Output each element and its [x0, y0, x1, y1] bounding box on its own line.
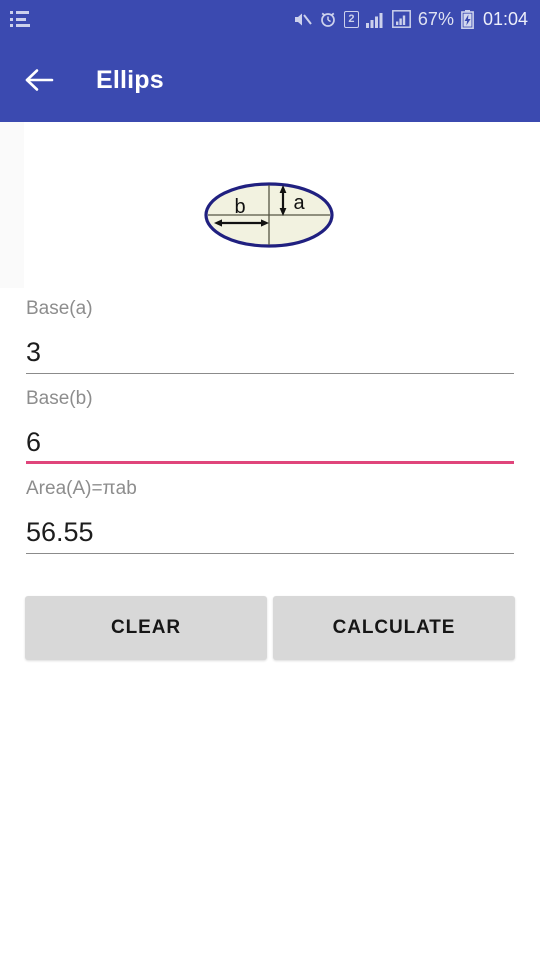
- status-bar-right: 2 67% 01:04: [293, 9, 528, 30]
- field-area: Area(A)=πab 56.55: [0, 464, 540, 555]
- field-label-area: Area(A)=πab: [26, 478, 137, 500]
- action-buttons: CLEAR CALCULATE: [0, 596, 540, 660]
- status-bar-left: [10, 11, 32, 27]
- clear-button[interactable]: CLEAR: [25, 596, 267, 660]
- input-wrapper-area[interactable]: 56.55: [26, 501, 514, 555]
- battery-charging-icon: [461, 9, 474, 29]
- field-label-base-a: Base(a): [26, 298, 93, 319]
- battery-percent: 67%: [417, 8, 454, 29]
- field-base-a: Base(a) 3: [0, 284, 540, 374]
- signal-2-icon: [391, 10, 411, 28]
- alarm-icon: [319, 10, 337, 28]
- sim-badge-icon: 2: [343, 10, 359, 28]
- ellipse-label-b: b: [234, 196, 245, 218]
- ellipse-label-a: a: [293, 192, 305, 214]
- input-wrapper-base-b[interactable]: 6: [26, 411, 514, 465]
- ellipse-diagram: b a: [204, 182, 334, 248]
- main-content: b a Base(a) 3 Base(b) 6 Area(A)=πab 56.5…: [0, 122, 540, 960]
- clock: 01:04: [482, 8, 528, 29]
- signal-1-icon: [365, 11, 385, 28]
- ellipse-diagram-card: b a: [24, 142, 514, 288]
- back-arrow-icon[interactable]: [20, 60, 60, 100]
- field-label-base-b: Base(b): [26, 387, 93, 409]
- area-input[interactable]: 56.55: [26, 517, 514, 548]
- page-background-strip: [0, 122, 24, 288]
- form-fields: Base(a) 3 Base(b) 6 Area(A)=πab 56.55: [0, 284, 540, 555]
- field-base-b: Base(b) 6: [0, 374, 540, 465]
- base-a-input[interactable]: 3: [26, 337, 514, 368]
- input-wrapper-base-a[interactable]: 3: [26, 321, 514, 374]
- app-bar: Ellips: [0, 38, 540, 122]
- page-title: Ellips: [96, 65, 164, 94]
- list-icon[interactable]: [10, 11, 32, 27]
- status-bar: 2 67% 01:04: [0, 0, 540, 38]
- mute-icon: [293, 11, 312, 28]
- base-b-input[interactable]: 6: [26, 427, 514, 458]
- calculate-button[interactable]: CALCULATE: [273, 596, 515, 660]
